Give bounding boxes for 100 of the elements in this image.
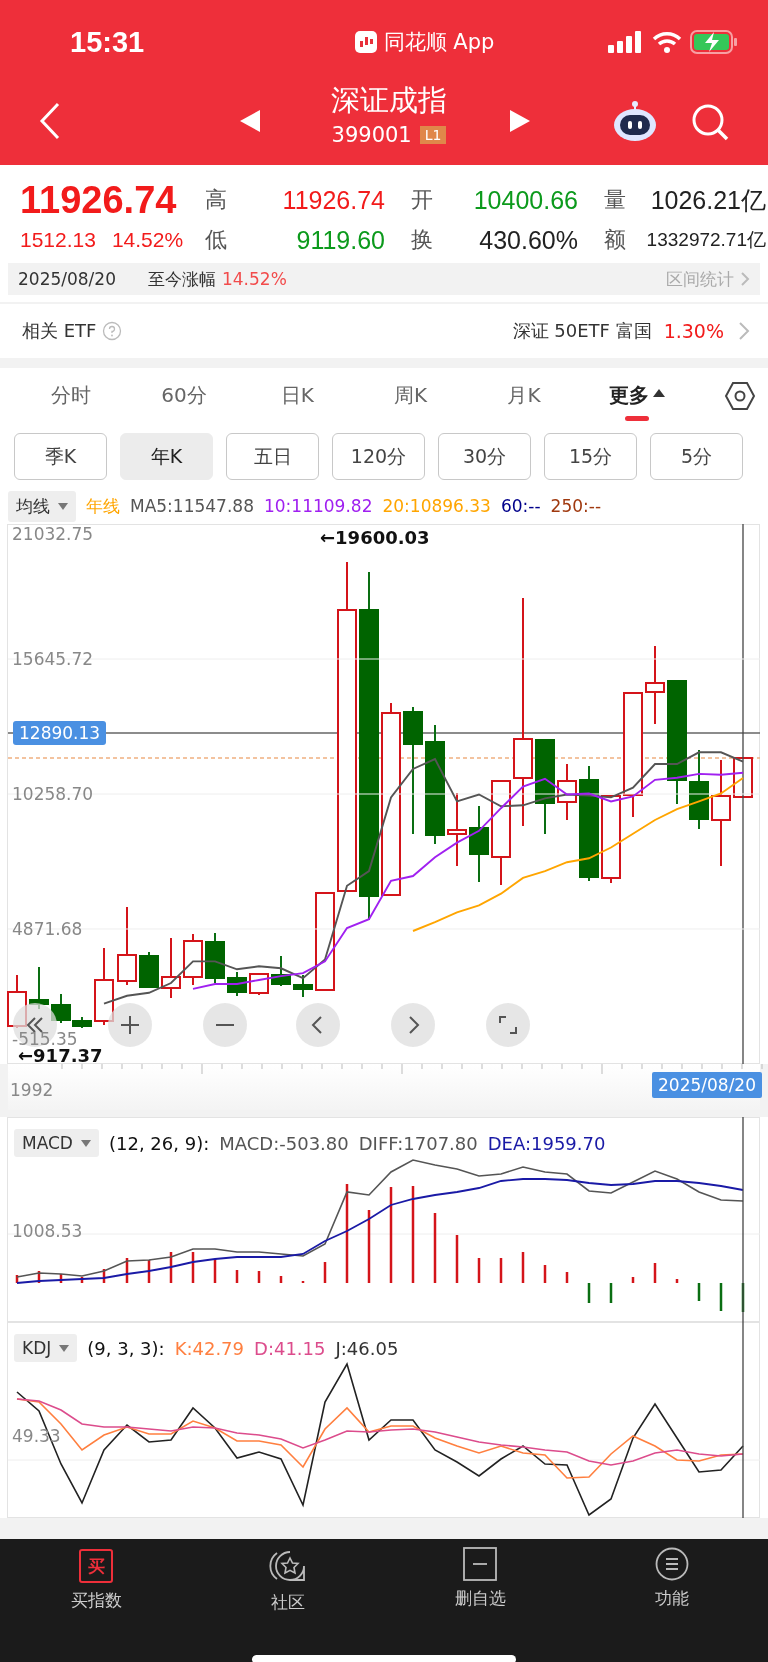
stat-label: 高 (205, 186, 228, 214)
crosshair-date-label: 2025/08/20 (652, 1072, 762, 1098)
ma-value: 250:-- (550, 496, 602, 516)
y-axis-label: 15645.72 (12, 648, 94, 670)
ma-value: 60:-- (500, 496, 541, 516)
stat-label: 开 (410, 186, 434, 214)
indicator-value: J:46.05 (335, 1337, 399, 1359)
price-change-percent: 14.52% (111, 228, 184, 252)
indicator-params: (9, 3, 3): (87, 1337, 165, 1359)
status-time: 15:31 (70, 25, 146, 59)
minus-square-icon (463, 1547, 497, 1581)
caret-down-icon (58, 502, 68, 510)
ma-value: 20:10896.33 (382, 496, 491, 516)
wifi-icon (652, 31, 682, 53)
buy-icon: 买 (79, 1549, 113, 1583)
chevron-left-icon[interactable] (296, 1003, 340, 1047)
ma-value: 10:11109.82 (263, 496, 373, 516)
stat-value: 9119.60 (295, 225, 385, 256)
range-change: 14.52% (222, 269, 288, 289)
next-arrow-icon[interactable] (510, 110, 530, 132)
range-date: 2025/08/20 (18, 269, 116, 289)
price-change: 1512.13 (20, 228, 96, 252)
settings-icon[interactable] (723, 380, 756, 411)
index-title: 深证成指 (331, 82, 447, 119)
search-icon[interactable] (690, 102, 730, 142)
fullscreen-icon[interactable] (486, 1003, 530, 1047)
stat-value: 430.60% (478, 225, 578, 256)
period-button[interactable]: 120分 (332, 433, 425, 480)
indicator-value: DEA:1959.70 (487, 1132, 606, 1154)
stat-value: 1332972.71亿 (645, 228, 766, 252)
period-button[interactable]: 季K (14, 433, 107, 480)
candlestick (205, 932, 225, 984)
indicator-params: (12, 26, 9): (108, 1132, 210, 1154)
y-axis-label: 4871.68 (12, 918, 83, 940)
candlestick (557, 763, 577, 821)
app-logo-icon (353, 30, 378, 54)
caret-up-icon (653, 388, 666, 397)
period-button[interactable]: 5分 (650, 433, 743, 480)
period-tab[interactable]: 分时 (14, 368, 128, 423)
period-tab[interactable]: 更多 (580, 368, 694, 423)
indicator-dropdown[interactable]: KDJ (14, 1334, 78, 1362)
ma-value: MA5:11547.88 (130, 496, 254, 516)
previous-arrow-icon[interactable] (240, 110, 260, 132)
menu-icon (655, 1547, 689, 1581)
indicator-dropdown[interactable]: MACD (14, 1129, 99, 1157)
candlestick (161, 937, 181, 999)
period-button[interactable]: 30分 (438, 433, 531, 480)
index-price: 11926.74 (20, 178, 178, 223)
indicator-value: D:41.15 (254, 1337, 326, 1359)
app-name: 同花顺 App (383, 29, 495, 56)
level-badge: L1 (419, 126, 447, 144)
stat-label: 低 (205, 226, 228, 254)
period-tab[interactable]: 周K (354, 368, 468, 423)
signal-icon (608, 31, 644, 53)
period-tab[interactable]: 60分 (127, 368, 241, 423)
period-button[interactable]: 五日 (226, 433, 319, 480)
y-axis-label: 21032.75 (12, 523, 94, 545)
chevron-right-icon[interactable] (391, 1003, 435, 1047)
candlestick (139, 951, 159, 989)
candlestick (293, 974, 313, 998)
etf-label: 相关 ETF (22, 319, 97, 343)
stat-value: 11926.74 (281, 185, 385, 216)
range-label: 至今涨幅 (148, 267, 216, 291)
candlestick (227, 971, 247, 997)
y-axis-label: -515.35 (12, 1031, 78, 1047)
period-tab[interactable]: 月K (467, 368, 581, 423)
battery-icon (690, 30, 738, 54)
stat-label: 额 (603, 226, 627, 254)
etf-change: 1.30% (663, 320, 724, 342)
zoom-in-icon[interactable] (108, 1003, 152, 1047)
indicator-dropdown[interactable]: 均线 (8, 490, 76, 522)
y-axis-label: 1008.53 (12, 1220, 83, 1242)
back-icon[interactable] (38, 102, 62, 140)
stat-value: 1026.21亿 (649, 185, 766, 216)
bottom-nav-item[interactable]: 社区 (192, 1539, 384, 1619)
stat-value: 10400.66 (472, 185, 578, 216)
crosshair-price-label: 12890.13 (13, 721, 107, 745)
period-tab[interactable]: 日K (240, 368, 354, 423)
indicator-value: MACD:-503.80 (219, 1132, 349, 1154)
period-button[interactable]: 15分 (544, 433, 637, 480)
x-axis-start-label: 1992 (10, 1080, 54, 1100)
indicator-value: DIFF:1707.80 (358, 1132, 478, 1154)
bottom-nav-item[interactable]: 功能 (576, 1539, 768, 1619)
bottom-nav-item[interactable]: 删自选 (384, 1539, 576, 1619)
candlestick (249, 973, 269, 996)
indicator-value: K:42.79 (174, 1337, 245, 1359)
bottom-nav-item[interactable]: 买 买指数 (0, 1539, 192, 1619)
stat-label: 量 (603, 186, 627, 214)
etf-fund-name[interactable]: 深证 50ETF 富国 (512, 319, 652, 343)
robot-icon[interactable] (612, 100, 658, 142)
period-button[interactable]: 年K (120, 433, 213, 480)
stat-label: 换 (410, 226, 434, 254)
caret-down-icon (59, 1344, 70, 1352)
ma-period: 年线 (86, 494, 120, 518)
low-marker: ←917.37 (18, 1048, 103, 1064)
high-marker: ←19600.03 (320, 527, 430, 548)
candlestick (183, 933, 203, 986)
index-code: 399001 (331, 122, 412, 149)
candlestick (271, 955, 291, 987)
y-axis-label: 10258.70 (12, 783, 94, 805)
